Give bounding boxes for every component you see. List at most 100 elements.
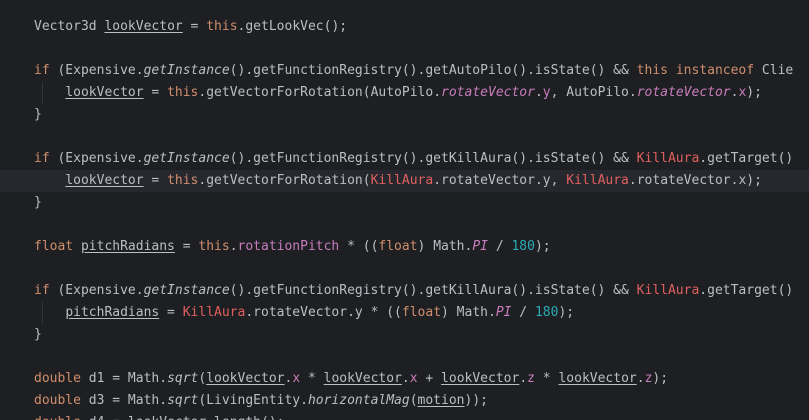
- code-token: lookVector: [206, 371, 285, 386]
- code-token: Vector3d: [34, 19, 105, 34]
- code-token: KillAura: [182, 305, 246, 320]
- code-token: getInstance: [143, 151, 230, 166]
- code-token: .length();: [206, 415, 284, 420]
- code-token: .getTarget(): [699, 151, 794, 166]
- code-token: ().getFunctionRegistry().getKillAura().i…: [229, 283, 637, 298]
- code-token: );: [558, 305, 575, 320]
- code-token: );: [652, 371, 669, 386]
- code-token: float: [34, 239, 74, 254]
- code-line[interactable]: [0, 346, 809, 368]
- code-token: getInstance: [143, 283, 230, 298]
- code-token: *: [534, 371, 559, 386]
- code-token: lookVector: [441, 371, 520, 386]
- code-token: .rotateVector.y * ((: [245, 305, 402, 320]
- code-token: float: [401, 305, 442, 320]
- code-token: lookVector: [323, 371, 402, 386]
- code-line[interactable]: [0, 214, 809, 236]
- code-token: getInstance: [143, 63, 230, 78]
- code-line[interactable]: float pitchRadians = this.rotationPitch …: [0, 236, 809, 258]
- code-token: lookVector: [65, 173, 144, 188]
- code-token: /: [511, 305, 535, 320]
- code-token: d3 = Math.: [80, 393, 168, 408]
- code-line-current[interactable]: lookVector = this.getVectorForRotation(K…: [0, 170, 809, 192]
- code-token: if: [34, 151, 50, 166]
- code-token: PI: [472, 239, 488, 254]
- code-token: this: [167, 85, 199, 100]
- code-line[interactable]: double d1 = Math.sqrt(lookVector.x * loo…: [0, 368, 809, 390]
- code-line[interactable]: if (Expensive.getInstance().getFunctionR…: [0, 280, 809, 302]
- code-token: .getTarget(): [699, 283, 794, 298]
- code-token: ));: [464, 393, 488, 408]
- code-token: (Expensive.: [49, 283, 144, 298]
- code-token: );: [746, 85, 762, 100]
- code-line[interactable]: [0, 258, 809, 280]
- code-token: z: [527, 371, 535, 386]
- code-token: this: [636, 63, 668, 78]
- code-token: * ((: [339, 239, 379, 254]
- code-token: =: [143, 173, 168, 188]
- code-line[interactable]: }: [0, 324, 809, 346]
- code-token: motion: [417, 393, 465, 408]
- code-token: );: [534, 239, 551, 254]
- code-token: pitchRadians: [80, 239, 175, 254]
- code-token: .: [519, 371, 528, 386]
- code-token: .getLookVec();: [237, 19, 348, 34]
- code-token: sqrt: [167, 393, 199, 408]
- code-token: ().getFunctionRegistry().getKillAura().i…: [229, 151, 637, 166]
- code-line[interactable]: Vector3d lookVector = this.getLookVec();: [0, 16, 809, 38]
- code-token: Clie: [754, 63, 794, 78]
- code-line[interactable]: }: [0, 192, 809, 214]
- code-token: KillAura: [370, 173, 434, 188]
- code-token: this: [198, 239, 230, 254]
- code-token: KillAura: [636, 151, 700, 166]
- code-token: 180: [534, 305, 559, 320]
- code-token: PI: [495, 305, 512, 320]
- code-token: , AutoPilo.: [550, 85, 637, 100]
- code-token: .: [229, 239, 238, 254]
- code-token: .: [636, 371, 645, 386]
- code-line[interactable]: if (Expensive.getInstance().getFunctionR…: [0, 60, 809, 82]
- code-token: KillAura: [566, 173, 629, 188]
- code-line[interactable]: if (Expensive.getInstance().getFunctionR…: [0, 148, 809, 170]
- code-token: pitchRadians: [65, 305, 160, 320]
- code-line[interactable]: double d3 = Math.sqrt(LivingEntity.horiz…: [0, 390, 809, 412]
- code-token: ) Math.: [441, 305, 496, 320]
- code-token: double: [34, 371, 81, 386]
- code-token: instanceof: [675, 63, 755, 78]
- code-token: (Expensive.: [49, 151, 144, 166]
- code-token: .getVectorForRotation(AutoPilo.: [198, 85, 442, 100]
- code-line[interactable]: lookVector = this.getVectorForRotation(A…: [0, 82, 809, 104]
- code-token: .rotateVector.y,: [433, 173, 567, 188]
- code-token: KillAura: [636, 283, 700, 298]
- code-token: (: [409, 393, 418, 408]
- code-line[interactable]: double d4 = lookVector.length();: [0, 412, 809, 420]
- code-token: }: [34, 327, 42, 342]
- code-line[interactable]: }: [0, 104, 809, 126]
- code-token: (Expensive.: [49, 63, 144, 78]
- code-token: y: [542, 85, 551, 100]
- code-token: .: [534, 85, 543, 100]
- code-token: this: [167, 173, 199, 188]
- code-token: lookVector: [65, 85, 144, 100]
- code-token: .rotateVector.x);: [628, 173, 762, 188]
- code-token: double: [34, 415, 81, 420]
- code-line[interactable]: [0, 126, 809, 148]
- code-token: d1 = Math.: [80, 371, 168, 386]
- code-token: if: [34, 63, 50, 78]
- code-token: .: [401, 371, 410, 386]
- code-token: x: [292, 371, 301, 386]
- code-token: sqrt: [167, 371, 199, 386]
- code-editor[interactable]: Vector3d lookVector = this.getLookVec();…: [0, 0, 809, 420]
- code-token: float: [378, 239, 418, 254]
- code-line[interactable]: pitchRadians = KillAura.rotateVector.y *…: [0, 302, 809, 324]
- code-token: .getVectorForRotation(: [198, 173, 371, 188]
- code-token: rotateVector: [636, 85, 731, 100]
- code-token: =: [159, 305, 183, 320]
- code-token: (LivingEntity.: [198, 393, 308, 408]
- code-line[interactable]: [0, 38, 809, 60]
